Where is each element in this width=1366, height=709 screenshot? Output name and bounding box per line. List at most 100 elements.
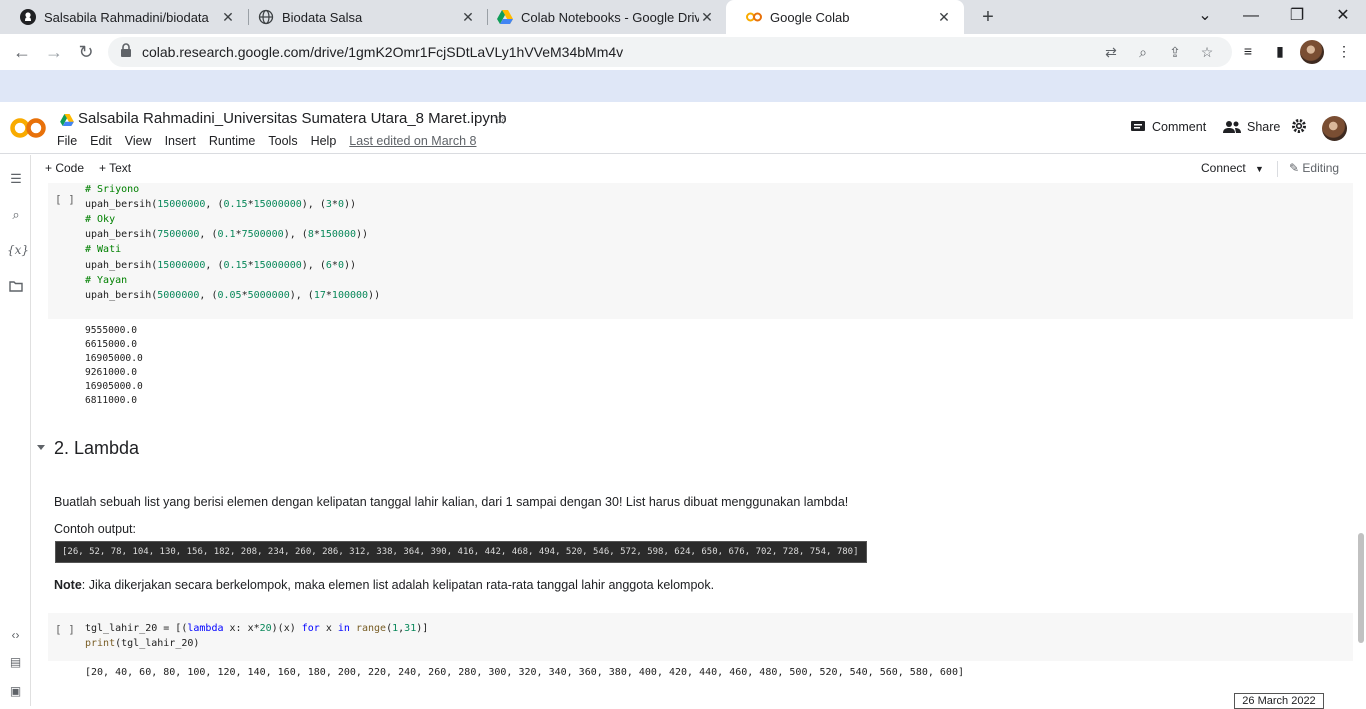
left-sidebar: ☰ ⌕ {x} ‹› ▤ ▣ (0, 155, 31, 706)
comment-button[interactable]: Comment (1130, 120, 1206, 134)
connect-button[interactable]: Connect ▼ (1201, 161, 1264, 175)
tab-colab-notebooks-drive[interactable]: Colab Notebooks - Google Drive ✕ (477, 0, 727, 34)
tab-google-colab[interactable]: Google Colab ✕ (726, 0, 964, 34)
comment-icon (1131, 121, 1145, 131)
settings-gear-icon[interactable] (1291, 118, 1313, 134)
code-editor[interactable]: tgl_lahir_20 = [(lambda x: x*20)(x) for … (85, 621, 428, 651)
command-palette-icon[interactable]: ▤ (0, 655, 31, 669)
reload-icon[interactable]: ↻ (74, 40, 98, 64)
instruction-text: Buatlah sebuah list yang berisi elemen d… (54, 495, 849, 509)
date-tooltip: 26 March 2022 (1234, 693, 1324, 709)
run-cell-button[interactable]: [ ] (55, 193, 75, 206)
run-cell-button[interactable]: [ ] (55, 623, 75, 636)
add-code-button[interactable]: + Code (45, 161, 84, 175)
close-tab-icon[interactable]: ✕ (460, 9, 476, 26)
share-page-icon[interactable]: ⇪ (1166, 44, 1184, 62)
menu-tools[interactable]: Tools (268, 134, 297, 148)
notebook-toolbar: + Code + Text Connect ▼ ✎ Editing ⌃ (31, 155, 1366, 183)
tab-biodata-salsa[interactable]: Biodata Salsa ✕ (238, 0, 488, 34)
google-drive-icon (497, 9, 513, 25)
note-text: Note: Jika dikerjakan secara berkelompok… (54, 578, 714, 592)
note-bold: Note (54, 578, 82, 592)
section-collapse-icon[interactable] (37, 445, 45, 450)
editing-label: Editing (1302, 161, 1340, 175)
url-text: colab.research.google.com/drive/1gmK2Omr… (142, 44, 624, 60)
notebook-title[interactable]: Salsabila Rahmadini_Universitas Sumatera… (78, 110, 507, 127)
profile-avatar[interactable] (1300, 40, 1324, 64)
example-output-block: [26, 52, 78, 104, 130, 156, 182, 208, 23… (55, 541, 867, 563)
cell-output: 9555000.0 6615000.0 16905000.0 9261000.0 169… (85, 324, 143, 409)
tab-label: Google Colab (770, 9, 850, 25)
lock-icon (120, 42, 132, 62)
colab-header: Salsabila Rahmadini_Universitas Sumatera… (0, 102, 1366, 154)
tab-github[interactable]: Salsabila Rahmadini/biodata ✕ (0, 0, 248, 34)
bookmark-star-icon[interactable]: ☆ (1198, 44, 1216, 62)
comment-label: Comment (1152, 120, 1207, 134)
close-tab-icon[interactable]: ✕ (699, 9, 715, 26)
files-folder-icon[interactable] (7, 280, 25, 298)
last-edited-link[interactable]: Last edited on March 8 (349, 134, 476, 148)
code-snippets-icon[interactable]: ‹› (0, 628, 31, 642)
tab-label: Colab Notebooks - Google Drive (521, 9, 699, 25)
translate-icon[interactable]: ⇄ (1102, 44, 1120, 62)
address-bar[interactable]: colab.research.google.com/drive/1gmK2Omr… (108, 37, 1232, 67)
menu-help[interactable]: Help (311, 134, 337, 148)
vertical-scrollbar[interactable] (1356, 183, 1366, 706)
zoom-icon[interactable]: ⌕ (1134, 44, 1152, 62)
bookmark-bar (0, 70, 1366, 102)
browser-toolbar: ← → ↻ colab.research.google.com/drive/1g… (0, 34, 1366, 70)
variables-icon[interactable]: {x} (7, 243, 29, 261)
share-button[interactable]: Share (1223, 120, 1280, 134)
forward-arrow-icon[interactable]: → (42, 40, 66, 64)
cell-output: [20, 40, 60, 80, 100, 120, 140, 160, 180… (85, 667, 964, 678)
close-tab-icon[interactable]: ✕ (936, 9, 952, 26)
close-tab-icon[interactable]: ✕ (220, 9, 236, 26)
output-line: 16905000.0 (85, 381, 143, 393)
terminal-icon[interactable]: ▣ (0, 684, 31, 698)
output-line: 16905000.0 (85, 353, 143, 365)
colab-logo[interactable] (10, 116, 46, 140)
side-panel-icon[interactable]: ▮ (1270, 43, 1290, 63)
code-cell-upah-bersih[interactable]: [ ] upah_bersih(8000000, (0.05*8000000),… (48, 183, 1353, 319)
menu-insert[interactable]: Insert (165, 134, 196, 148)
code-cell-lambda[interactable]: [ ] tgl_lahir_20 = [(lambda x: x*20)(x) … (48, 613, 1353, 661)
star-icon[interactable]: ☆ (493, 109, 507, 129)
user-avatar[interactable] (1322, 116, 1347, 141)
google-drive-icon (60, 113, 74, 131)
window-close-icon[interactable]: ✕ (1320, 0, 1366, 34)
add-text-button[interactable]: + Text (99, 161, 131, 175)
menu-bar: File Edit View Insert Runtime Tools Help… (57, 134, 476, 148)
browser-menu-icon[interactable]: ⋮ (1334, 43, 1354, 63)
menu-file[interactable]: File (57, 134, 77, 148)
scrollbar-thumb[interactable] (1358, 533, 1364, 643)
colab-icon (746, 9, 762, 25)
pencil-icon: ✎ (1289, 161, 1300, 175)
example-label: Contoh output: (54, 522, 137, 536)
browser-tab-strip: Salsabila Rahmadini/biodata ✕ Biodata Sa… (0, 0, 1366, 34)
menu-runtime[interactable]: Runtime (209, 134, 256, 148)
search-icon[interactable]: ⌕ (7, 207, 25, 225)
output-line: 9555000.0 (85, 325, 137, 336)
output-line: 6811000.0 (85, 395, 137, 407)
table-of-contents-icon[interactable]: ☰ (7, 171, 25, 189)
restore-icon[interactable]: ❐ (1274, 0, 1320, 34)
toolbar-divider (1277, 161, 1278, 177)
editing-mode-button[interactable]: ✎ Editing (1289, 161, 1339, 175)
new-tab-button[interactable]: + (976, 5, 1000, 29)
minimize-icon[interactable]: — (1228, 0, 1274, 34)
code-editor[interactable]: upah_bersih(8000000, (0.05*8000000), (10… (85, 183, 380, 303)
people-icon (1223, 121, 1241, 133)
media-control-icon[interactable]: ≡ (1238, 43, 1258, 63)
note-body: : Jika dikerjakan secara berkelompok, ma… (81, 578, 715, 592)
menu-edit[interactable]: Edit (90, 134, 112, 148)
output-line: 6615000.0 (85, 339, 137, 351)
output-line: 9261000.0 (85, 367, 137, 379)
chevron-down-icon: ▼ (1255, 164, 1264, 174)
share-label: Share (1247, 120, 1281, 134)
connect-label: Connect (1201, 161, 1246, 175)
menu-view[interactable]: View (125, 134, 152, 148)
tab-search-icon[interactable]: ⌄ (1182, 0, 1228, 34)
back-arrow-icon[interactable]: ← (10, 40, 34, 64)
tab-label: Salsabila Rahmadini/biodata (44, 9, 209, 25)
github-icon (20, 9, 36, 25)
